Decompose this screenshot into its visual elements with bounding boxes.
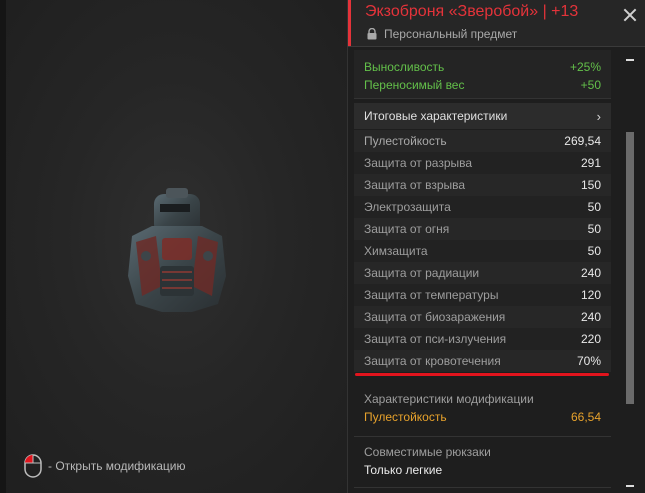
stat-name: Защита от радиации <box>364 266 480 280</box>
stat-row: Защита от кровотечения 70% <box>354 350 611 372</box>
exoskeleton-armor-image <box>128 188 226 312</box>
mouse-left-click-icon <box>24 454 42 478</box>
stat-value: 50 <box>587 200 601 214</box>
stat-name: Электрозащита <box>364 200 451 214</box>
backpacks-value: Только легкие <box>364 463 443 477</box>
modification-stat-name: Пулестойкость <box>364 410 447 424</box>
modification-stat-value: 66,54 <box>570 410 601 424</box>
stat-name: Химзащита <box>364 244 428 258</box>
modification-stats: Характеристики модификации Пулестойкость… <box>354 386 611 437</box>
summary-characteristics-label: Итоговые характеристики <box>364 109 508 123</box>
stat-row: Электрозащита 50 <box>354 196 611 218</box>
stat-name: Защита от биозаражения <box>364 310 506 324</box>
scroll-down-button[interactable] <box>624 480 636 490</box>
stat-value: 291 <box>580 156 601 170</box>
stat-row: Защита от разрыва 291 <box>354 152 611 174</box>
bonus-name: Переносимый вес <box>364 78 465 92</box>
stat-row: Защита от огня 50 <box>354 218 611 240</box>
stat-value: 240 <box>580 310 601 324</box>
stat-name: Пулестойкость <box>364 134 447 148</box>
highlight-underline <box>355 373 609 376</box>
modification-header: Характеристики модификации <box>364 392 534 406</box>
scroll-thumb[interactable] <box>626 132 634 404</box>
bonus-name: Выносливость <box>364 60 445 74</box>
close-icon[interactable] <box>623 8 637 22</box>
item-title: Экзоброня «Зверобой» | +13 <box>365 3 579 20</box>
compatible-backpacks: Совместимые рюкзаки Только легкие <box>354 437 611 488</box>
bonus-value: +50 <box>580 78 601 92</box>
stat-row: Защита от взрыва 150 <box>354 174 611 196</box>
stat-value: 220 <box>580 332 601 346</box>
item-preview-area: - Открыть модификацию <box>0 0 348 493</box>
header-divider <box>348 46 645 47</box>
lock-icon <box>367 28 377 40</box>
stat-name: Защита от температуры <box>364 288 499 302</box>
bonus-row: Переносимый вес +50 <box>364 76 601 94</box>
stats-scrollbar[interactable] <box>624 50 636 493</box>
scroll-up-button[interactable] <box>624 54 636 64</box>
stat-value: 120 <box>580 288 601 302</box>
stat-name: Защита от огня <box>364 222 450 236</box>
stat-value: 269,54 <box>564 134 601 148</box>
stat-row: Защита от радиации 240 <box>354 262 611 284</box>
bonus-row: Выносливость +25% <box>364 58 601 76</box>
stats-scroll-area: Выносливость +25% Переносимый вес +50 Ит… <box>354 50 611 493</box>
item-header: Экзоброня «Зверобой» | +13 Персональный … <box>348 0 645 46</box>
stat-value: 70% <box>576 354 601 368</box>
stat-row: Защита от биозаражения 240 <box>354 306 611 328</box>
stat-row: Пулестойкость 269,54 <box>354 130 611 152</box>
summary-characteristics-toggle[interactable]: Итоговые характеристики › <box>354 103 611 129</box>
bonus-value: +25% <box>569 60 601 74</box>
stat-value: 50 <box>587 222 601 236</box>
chevron-right-icon: › <box>596 108 601 124</box>
stat-name: Защита от взрыва <box>364 178 466 192</box>
open-modification-hint: - Открыть модификацию <box>24 454 186 478</box>
backpacks-header: Совместимые рюкзаки <box>364 445 491 459</box>
item-info-panel: Экзоброня «Зверобой» | +13 Персональный … <box>348 0 645 493</box>
stat-value: 50 <box>587 244 601 258</box>
personal-item-label: Персональный предмет <box>384 27 518 41</box>
open-modification-label: - Открыть модификацию <box>48 459 186 473</box>
item-subtitle: Персональный предмет <box>367 27 517 41</box>
stat-name: Защита от разрыва <box>364 156 473 170</box>
stat-value: 150 <box>580 178 601 192</box>
stats-list: Пулестойкость 269,54 Защита от разрыва 291… <box>354 130 611 372</box>
stat-row: Защита от пси-излучения 220 <box>354 328 611 350</box>
preview-frame-edge <box>0 0 6 493</box>
stat-name: Защита от кровотечения <box>364 354 501 368</box>
stat-value: 240 <box>580 266 601 280</box>
stat-name: Защита от пси-излучения <box>364 332 507 346</box>
modification-row: Пулестойкость 66,54 <box>364 408 601 426</box>
bonus-stats: Выносливость +25% Переносимый вес +50 <box>354 50 611 99</box>
stat-row: Защита от температуры 120 <box>354 284 611 306</box>
stat-row: Химзащита 50 <box>354 240 611 262</box>
scroll-track[interactable] <box>624 70 636 493</box>
